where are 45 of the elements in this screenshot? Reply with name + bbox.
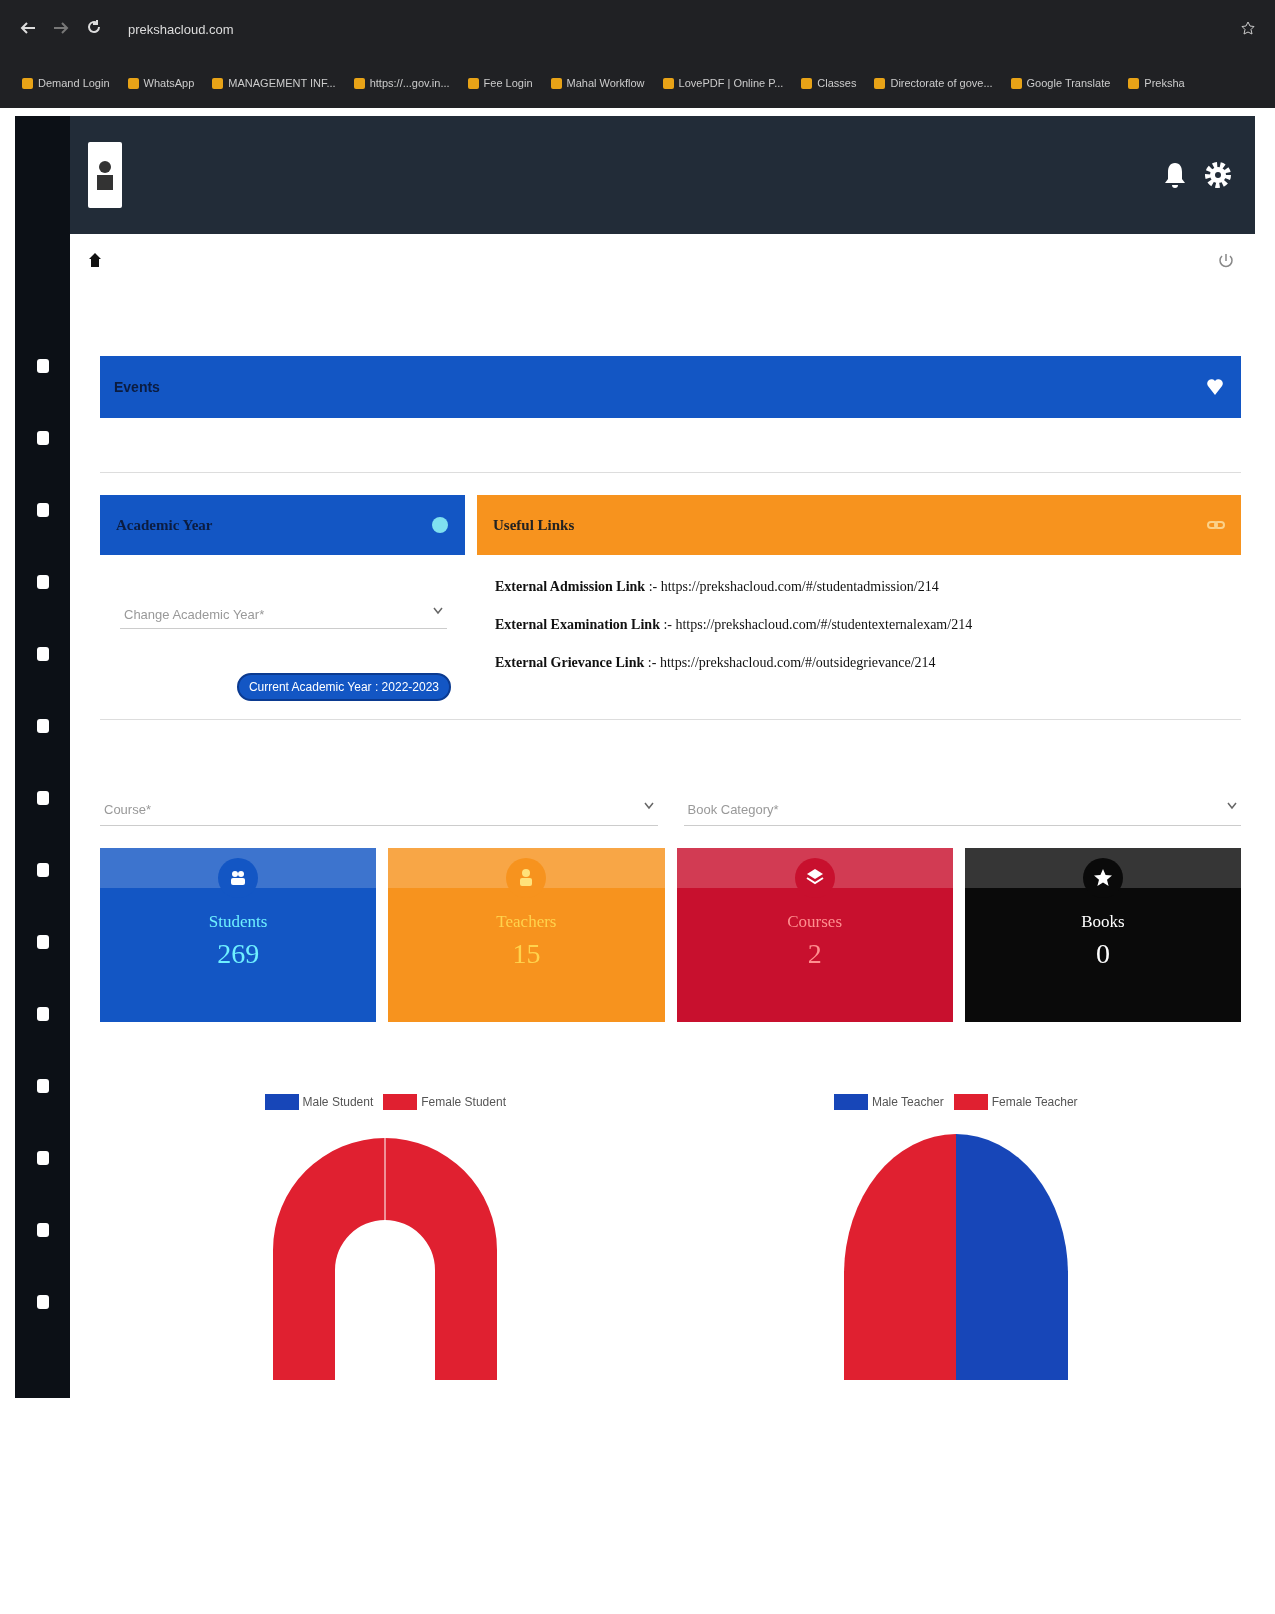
link-text: External Examination Link :- https://prekshacloud.com/#/studentexternalexam/214 <box>495 617 974 633</box>
bookmark[interactable]: Preksha <box>1128 77 1185 89</box>
card-title: Useful Links <box>493 516 575 534</box>
legend-label: Male Student <box>302 1095 374 1109</box>
link-text: External Admission Link :- https://prekshacloud.com/#/studentadmission/214 <box>495 579 940 595</box>
bookmark[interactable]: Fee Login <box>467 77 533 89</box>
bookmark[interactable]: MANAGEMENT INF... <box>212 77 336 89</box>
bookmark[interactable]: WhatsApp <box>127 77 195 89</box>
banner-title: Events <box>114 379 160 395</box>
caret-icon <box>643 802 654 810</box>
person-icon <box>95 158 115 192</box>
reload-icon[interactable] <box>86 18 103 35</box>
card-title: Academic Year <box>116 516 213 534</box>
link-text: External Grievance Link :- https://prekshacloud.com/#/outsidegrievance/214 <box>495 655 937 671</box>
stat-value: 15 <box>512 938 541 970</box>
stat-label: Students <box>208 912 268 932</box>
legend-label: Female Teacher <box>991 1095 1078 1109</box>
bookmark[interactable]: Classes <box>801 77 857 89</box>
stat-label: Courses <box>787 912 842 932</box>
stat-value: 2 <box>807 938 822 970</box>
stat-label: Teachers <box>496 912 557 932</box>
current-year-button[interactable]: Current Academic Year : 2022-2023 <box>236 673 451 701</box>
stat-value: 0 <box>1095 938 1110 970</box>
settings-icon[interactable] <box>1203 160 1233 190</box>
bookmark[interactable]: Mahal Workflow <box>550 77 645 89</box>
star-icon[interactable] <box>1241 20 1255 35</box>
link-icon <box>1207 518 1225 532</box>
caret-icon <box>433 607 443 615</box>
stat-label: Books <box>1081 912 1125 932</box>
back-icon[interactable] <box>20 20 36 35</box>
heart-icon <box>1207 378 1223 396</box>
legend-label: Female Student <box>421 1095 506 1109</box>
forward-icon[interactable] <box>53 20 69 35</box>
bookmark[interactable]: Google Translate <box>1010 77 1111 89</box>
stat-value: 269 <box>217 938 260 970</box>
bookmark[interactable]: https://...gov.in... <box>353 77 450 89</box>
power-icon[interactable] <box>1217 252 1235 270</box>
bell-icon[interactable] <box>1163 160 1187 190</box>
bookmark[interactable]: Demand Login <box>22 77 110 89</box>
bookmark[interactable]: LovePDF | Online P... <box>662 77 784 89</box>
bookmark[interactable]: Directorate of gove... <box>874 77 993 89</box>
caret-icon <box>1227 802 1237 810</box>
legend-label: Male Teacher <box>871 1095 944 1109</box>
address-bar[interactable]: prekshacloud.com <box>128 21 1227 37</box>
home-icon[interactable] <box>88 252 102 268</box>
